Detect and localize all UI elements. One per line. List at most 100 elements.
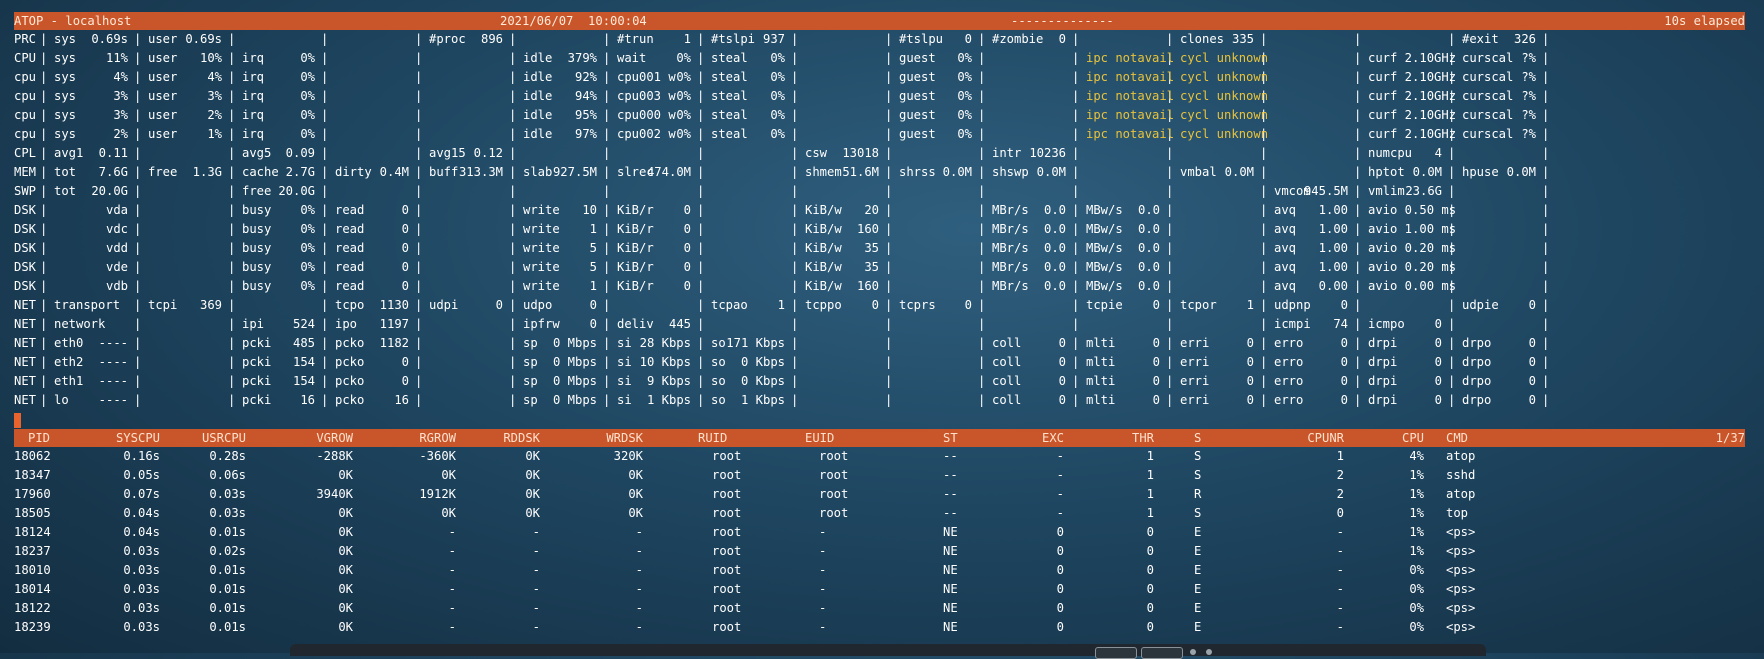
separator: | (1542, 393, 1550, 407)
taskbar-button[interactable] (1141, 647, 1183, 659)
separator: | (40, 241, 48, 255)
process-row[interactable]: 18239 0.03s 0.01s 0K - - - root - NE 0 0 E - 0% <ps> (14, 618, 1745, 637)
stat-value: 0 (401, 260, 409, 274)
process-cell: root (712, 544, 742, 558)
stat-key: steal (711, 51, 748, 65)
stat-key: idle (523, 108, 553, 122)
separator: | (978, 89, 986, 103)
stat-key: cpu003 w (617, 89, 676, 103)
separator: | (978, 203, 986, 217)
process-row[interactable]: 18347 0.05s 0.06s 0K 0K 0K 0K root root -- -1 S 2 1% s… (14, 466, 1745, 485)
tray-icon[interactable] (1190, 649, 1196, 655)
process-row[interactable]: 18505 0.04s 0.03s 0K 0K 0K 0K root root -- -1 S 0 1% t… (14, 504, 1745, 523)
separator: | (697, 51, 705, 65)
stat-label: NET (14, 393, 37, 407)
column-header: SYSCPU (115, 431, 160, 445)
stat-key: sys (54, 32, 77, 46)
process-row[interactable]: 18014 0.03s 0.01s 0K - - - root - NE 0 0 E - 0% <ps> (14, 580, 1745, 599)
stat-value: 10 Kbps (639, 355, 691, 369)
stat-value: 1.00 (1318, 260, 1348, 274)
separator: | (40, 260, 48, 274)
stat-key: sp (523, 355, 538, 369)
process-row[interactable]: 18237 0.03s 0.02s 0K - - - root - NE 0 0 E - 1% <ps> (14, 542, 1745, 561)
stat-value: 0% (676, 51, 691, 65)
process-cell: - (635, 620, 643, 634)
stat-value: 0 (401, 222, 409, 236)
tray-icon[interactable] (1206, 649, 1212, 655)
separator: | (40, 165, 48, 179)
separator: | (978, 355, 986, 369)
separator: | (40, 317, 48, 331)
separator: | (1072, 70, 1080, 84)
separator: | (415, 355, 423, 369)
separator: | (415, 89, 423, 103)
stat-label: NET (14, 374, 37, 388)
separator: | (791, 146, 799, 160)
stat-value: 0 (495, 298, 503, 312)
process-row[interactable]: 18010 0.03s 0.01s 0K - - - root - NE 0 0 E - 0% <ps> (14, 561, 1745, 580)
stat-value: 0.0M (1036, 165, 1066, 179)
separator: | (697, 184, 705, 198)
process-row[interactable]: 18062 0.16s 0.28s -288K -360K 0K 320K root root -… (14, 447, 1745, 466)
stat-value: 10% (199, 51, 222, 65)
process-cell: 3940K (316, 487, 353, 501)
stat-key: guest (899, 51, 936, 65)
separator: | (603, 108, 611, 122)
separator: | (978, 260, 986, 274)
separator: | (134, 298, 142, 312)
stat-key: so (711, 374, 726, 388)
separator: | (697, 89, 705, 103)
stat-value: 1 (589, 222, 597, 236)
separator: | (1072, 32, 1080, 46)
stat-key: pcko (335, 355, 365, 369)
process-cell: - (635, 525, 643, 539)
separator: | (1166, 355, 1174, 369)
stat-row: NET | | | | | | | | | | | | | | | | | transport tcpi 369 tcpo… (14, 296, 1745, 315)
separator: | (415, 165, 423, 179)
process-row[interactable]: 18122 0.03s 0.01s 0K - - - root - NE 0 0 E - 0% <ps> (14, 599, 1745, 618)
process-cell: -- (943, 487, 958, 501)
separator: | (1448, 146, 1456, 160)
process-cell: - (1336, 582, 1344, 596)
stat-key: mlti (1086, 393, 1116, 407)
separator: | (978, 241, 986, 255)
separator: | (791, 70, 799, 84)
separator: | (885, 260, 893, 274)
stat-key: udpie (1462, 298, 1499, 312)
stat-value: 1.3G (192, 165, 222, 179)
process-cell: NE (943, 563, 958, 577)
stat-key: tcprs (899, 298, 936, 312)
process-cell: - (1336, 601, 1344, 615)
separator: | (978, 336, 986, 350)
separator: | (415, 393, 423, 407)
taskbar-button[interactable] (1095, 647, 1137, 659)
stat-value: 0 (683, 241, 691, 255)
separator: | (321, 165, 329, 179)
process-row[interactable]: 17960 0.07s 0.03s 3940K 1912K 0K 0K root root -- -… (14, 485, 1745, 504)
separator: | (978, 146, 986, 160)
stat-key: sys (54, 70, 77, 84)
stat-label: SWP (14, 184, 37, 198)
stat-key: idle (523, 70, 553, 84)
stat-value: 335 (1231, 32, 1254, 46)
stat-value: 524 (292, 317, 315, 331)
column-header: CPU (1401, 431, 1424, 445)
stat-key: icmpo (1368, 317, 1405, 331)
separator: | (1354, 89, 1362, 103)
stat-value: 0 (1434, 336, 1442, 350)
stat-label: NET (14, 298, 37, 312)
separator: | (415, 51, 423, 65)
stat-value: 2.7G (285, 165, 315, 179)
stat-key: curscal (1462, 89, 1514, 103)
stat-key: read (335, 241, 365, 255)
stat-value: 9 Kbps (646, 374, 691, 388)
stat-key: numcpu (1368, 146, 1413, 160)
process-cell: 0 (1056, 563, 1064, 577)
separator: | (978, 127, 986, 141)
atop-terminal[interactable]: ATOP - localhost 2021/06/07 10:00:04 ---… (14, 12, 1745, 637)
separator: | (321, 279, 329, 293)
process-row[interactable]: 18124 0.04s 0.01s 0K - - - root - NE 0 0 E - 1% <ps> (14, 523, 1745, 542)
separator: | (1448, 184, 1456, 198)
stat-value: 0 (1434, 355, 1442, 369)
separator: | (978, 374, 986, 388)
